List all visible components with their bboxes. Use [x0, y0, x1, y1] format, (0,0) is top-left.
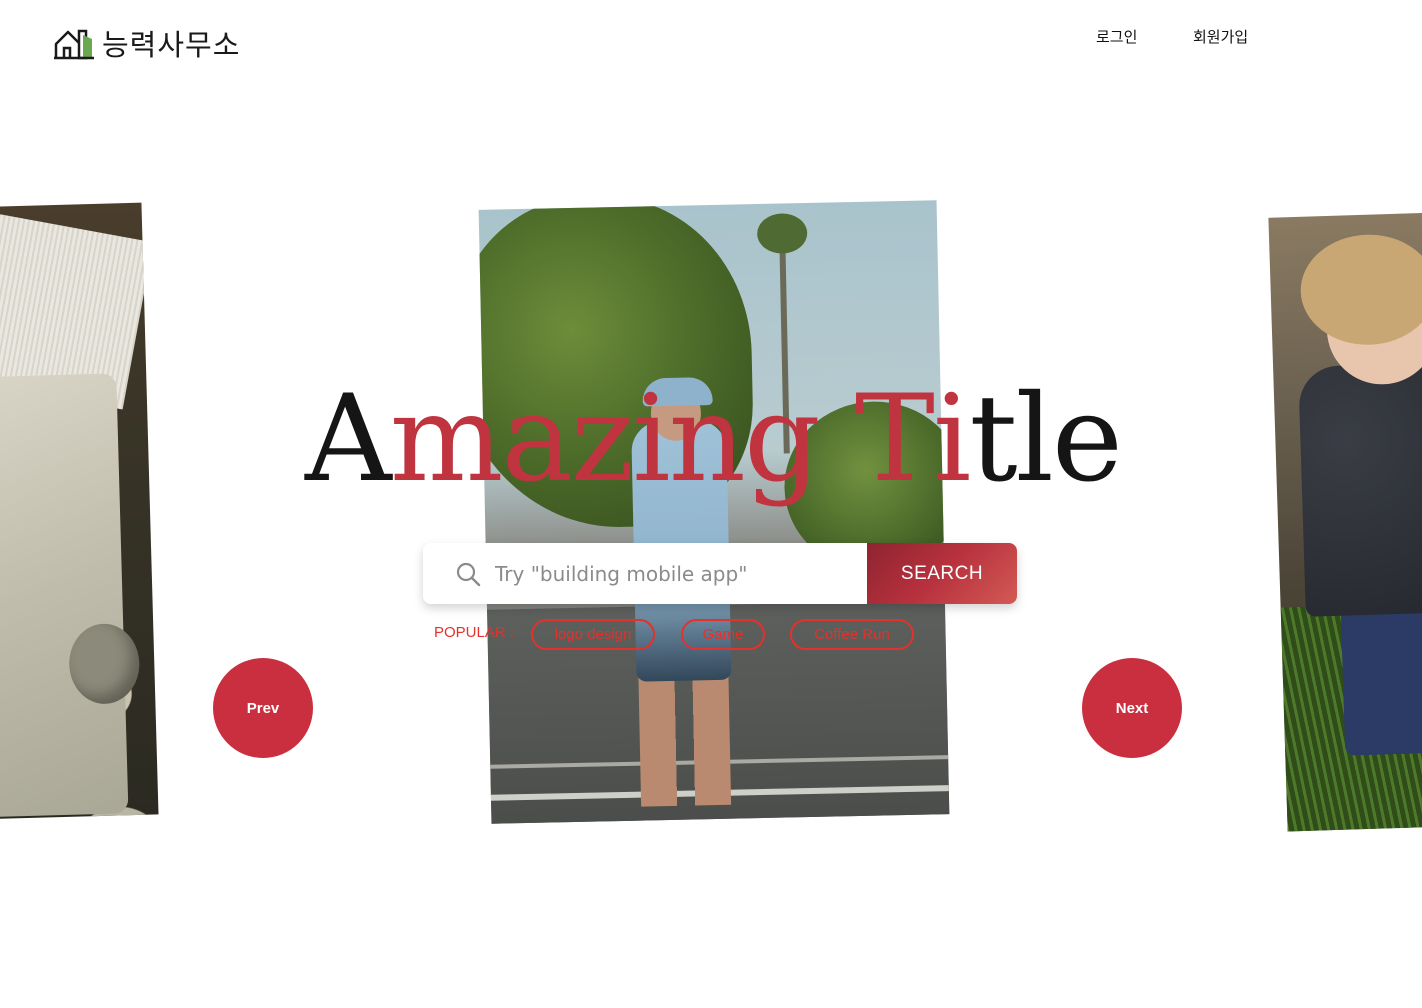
popular-tag[interactable]: Coffee Run [790, 619, 914, 650]
house-logo-icon [54, 29, 94, 60]
signup-link[interactable]: 회원가입 [1193, 26, 1248, 47]
hero-title-part: A [305, 370, 392, 509]
carousel-card-current[interactable] [478, 200, 950, 824]
hero-title: Amazing Title [0, 380, 1422, 500]
popular-tag[interactable]: logo design [531, 619, 655, 650]
card-photo-detail [638, 674, 732, 807]
carousel-card-prev[interactable] [0, 202, 159, 820]
search-input[interactable] [495, 561, 845, 586]
search-field[interactable] [423, 543, 867, 604]
login-link[interactable]: 로그인 [1096, 26, 1137, 47]
popular-label: POPULAR : [434, 624, 515, 641]
popular-tag[interactable]: Game [681, 619, 765, 650]
card-photo-detail [1340, 592, 1422, 756]
logo-text: 능력사무소 [102, 28, 241, 62]
hero-title-part: tle [969, 370, 1123, 509]
card-photo-detail [1299, 232, 1422, 347]
prev-button[interactable]: Prev [213, 658, 313, 758]
carousel-card-next[interactable] [1268, 212, 1422, 832]
logo[interactable]: 능력사무소 [54, 22, 240, 64]
search-icon [456, 562, 481, 586]
search-button[interactable]: SEARCH [867, 543, 1017, 604]
page: 능력사무소 로그인 회원가입 Amazing Title Try "buildi… [0, 0, 1422, 1008]
card-photo-detail [756, 212, 808, 255]
hero-title-accent: mazing Ti [389, 370, 972, 509]
search-bar: SEARCH [423, 543, 1017, 604]
next-button[interactable]: Next [1082, 658, 1182, 758]
